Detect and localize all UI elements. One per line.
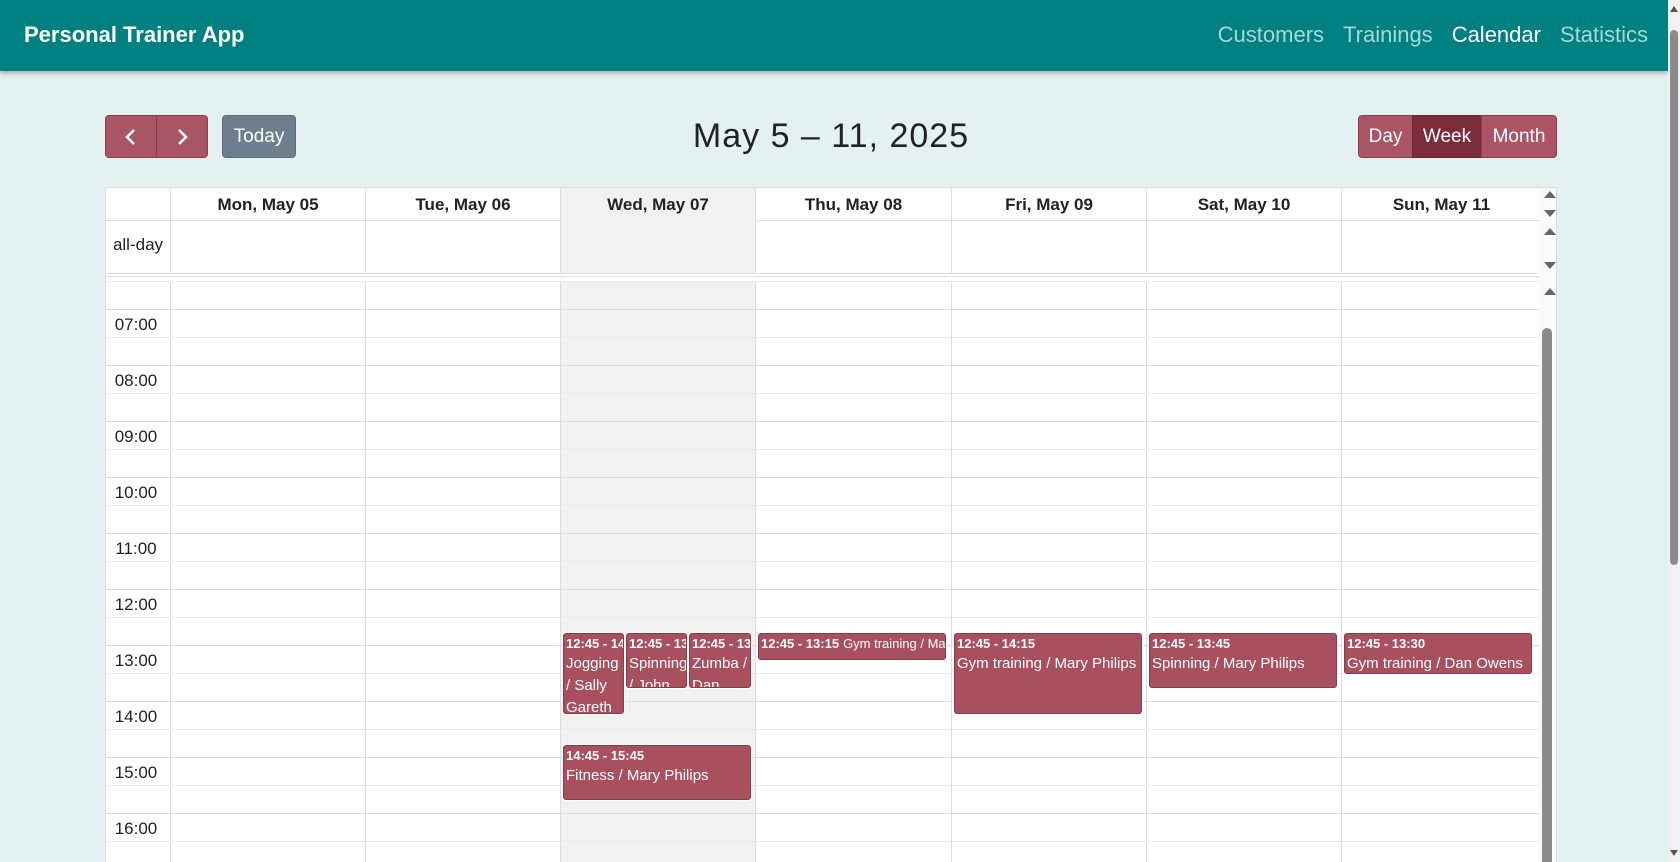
main-nav: Customers Trainings Calendar Statistics [1218,22,1648,48]
allday-cell[interactable] [1146,221,1341,273]
calendar-toolbar: Today May 5 – 11, 2025 Day Week Month [105,115,1557,159]
allday-cell[interactable] [755,221,951,273]
time-slot: 10:00 [106,477,1541,505]
event-card[interactable]: 12:45 - 13:45 Spinning / Mary Philips [1149,633,1337,688]
time-slot [106,505,1541,533]
event-card[interactable]: 12:45 - 13:45 Zumba / Dan Owens [689,633,751,688]
time-label: 14:00 [114,707,158,726]
time-slot [106,281,1541,309]
view-week-button[interactable]: Week [1412,115,1482,158]
calendar-scrollbar[interactable] [1539,188,1556,862]
nav-calendar[interactable]: Calendar [1452,22,1541,48]
view-day-button[interactable]: Day [1358,115,1413,158]
event-title: Spinning / Mary Philips [1152,655,1305,672]
scroll-down-icon[interactable] [1544,210,1556,217]
event-title: Gym training / Dan Owens [1347,655,1523,672]
time-slot [106,729,1541,757]
time-slot [106,841,1541,862]
time-slot [106,449,1541,477]
event-title: Zumba / Dan Owens [692,655,748,688]
day-header-thu: Thu, May 08 [755,188,951,221]
event-title: Gym training / Mary Philips [957,655,1137,672]
time-label: 12:00 [114,595,158,614]
event-time: 14:45 - 15:45 [566,748,645,763]
day-header-row: Mon, May 05 Tue, May 06 Wed, May 07 Thu,… [106,188,1541,221]
date-range-title: May 5 – 11, 2025 [692,117,970,155]
app-title[interactable]: Personal Trainer App [24,22,244,48]
nav-statistics[interactable]: Statistics [1560,22,1648,48]
event-title: Gym training / Mary Philips [843,636,946,651]
event-card[interactable]: 12:45 - 13:45 Spinning / John Doe [626,633,687,688]
app-header: Personal Trainer App Customers Trainings… [0,0,1668,71]
time-slot: 16:00 [106,813,1541,841]
nav-trainings[interactable]: Trainings [1343,22,1433,48]
nav-customers[interactable]: Customers [1218,22,1324,48]
day-header-fri: Fri, May 09 [951,188,1146,221]
page-scrollbar[interactable] [1668,0,1680,862]
day-header-sun: Sun, May 11 [1341,188,1541,221]
allday-row: all-day [106,221,1541,277]
day-header-tue: Tue, May 06 [365,188,560,221]
allday-cell[interactable] [170,221,365,273]
event-time: 12:45 - 14:15 [566,636,624,651]
time-grid: 07:00 08:00 09:00 10:00 11:00 12:00 13:0… [106,281,1541,862]
time-slot [106,393,1541,421]
event-card[interactable]: 12:45 - 13:15 Gym training / Mary Philip… [758,633,946,660]
event-title: Jogging / Sally Gareth [566,655,619,714]
time-slot: 12:00 [106,589,1541,617]
time-slot: 15:00 [106,757,1541,785]
allday-cell[interactable] [1341,221,1541,273]
scroll-up-icon[interactable] [1544,288,1556,295]
time-label: 07:00 [114,315,158,334]
view-month-button[interactable]: Month [1481,115,1557,158]
time-label: 10:00 [114,483,158,502]
time-label: 11:00 [115,539,157,558]
event-card[interactable]: 12:45 - 14:15 Gym training / Mary Philip… [954,633,1142,714]
week-calendar: Mon, May 05 Tue, May 06 Wed, May 07 Thu,… [105,187,1557,862]
scroll-down-icon[interactable] [1544,262,1556,269]
event-card[interactable]: 12:45 - 14:15 Jogging / Sally Gareth [563,633,624,714]
time-slot: 08:00 [106,365,1541,393]
time-slot [106,337,1541,365]
page-scroll-thumb[interactable] [1670,30,1678,565]
scroll-down-icon[interactable] [1670,850,1678,856]
allday-cell[interactable] [951,221,1146,273]
time-label: 13:00 [114,651,158,670]
time-slot [106,785,1541,813]
time-slot [106,561,1541,589]
day-header-sat: Sat, May 10 [1146,188,1341,221]
time-label: 15:00 [114,763,158,782]
time-label: 08:00 [114,371,158,390]
event-time: 12:45 - 13:15 [761,636,840,651]
scroll-up-icon[interactable] [1670,6,1678,12]
event-card[interactable]: 12:45 - 13:30 Gym training / Dan Owens [1344,633,1532,674]
time-slot: 09:00 [106,421,1541,449]
time-slot: 07:00 [106,309,1541,337]
allday-label: all-day [112,235,164,254]
event-time: 12:45 - 13:45 [1152,636,1231,651]
event-time: 12:45 - 14:15 [957,636,1036,651]
time-label: 09:00 [114,427,158,446]
event-title: Spinning / John Doe [629,655,687,688]
time-slot: 11:00 [106,533,1541,561]
scroll-up-icon[interactable] [1544,228,1556,235]
day-header-wed: Wed, May 07 [560,188,755,221]
allday-cell[interactable] [365,221,560,273]
day-header-mon: Mon, May 05 [170,188,365,221]
event-time: 12:45 - 13:30 [1347,636,1426,651]
allday-cell[interactable] [560,221,755,273]
event-time: 12:45 - 13:45 [692,636,751,651]
event-title: Fitness / Mary Philips [566,767,709,784]
event-card[interactable]: 14:45 - 15:45 Fitness / Mary Philips [563,745,751,800]
scroll-up-icon[interactable] [1544,191,1556,198]
time-label: 16:00 [114,819,158,838]
calendar-scroll-thumb[interactable] [1542,328,1552,862]
time-slot: 14:00 [106,701,1541,729]
event-time: 12:45 - 13:45 [629,636,687,651]
